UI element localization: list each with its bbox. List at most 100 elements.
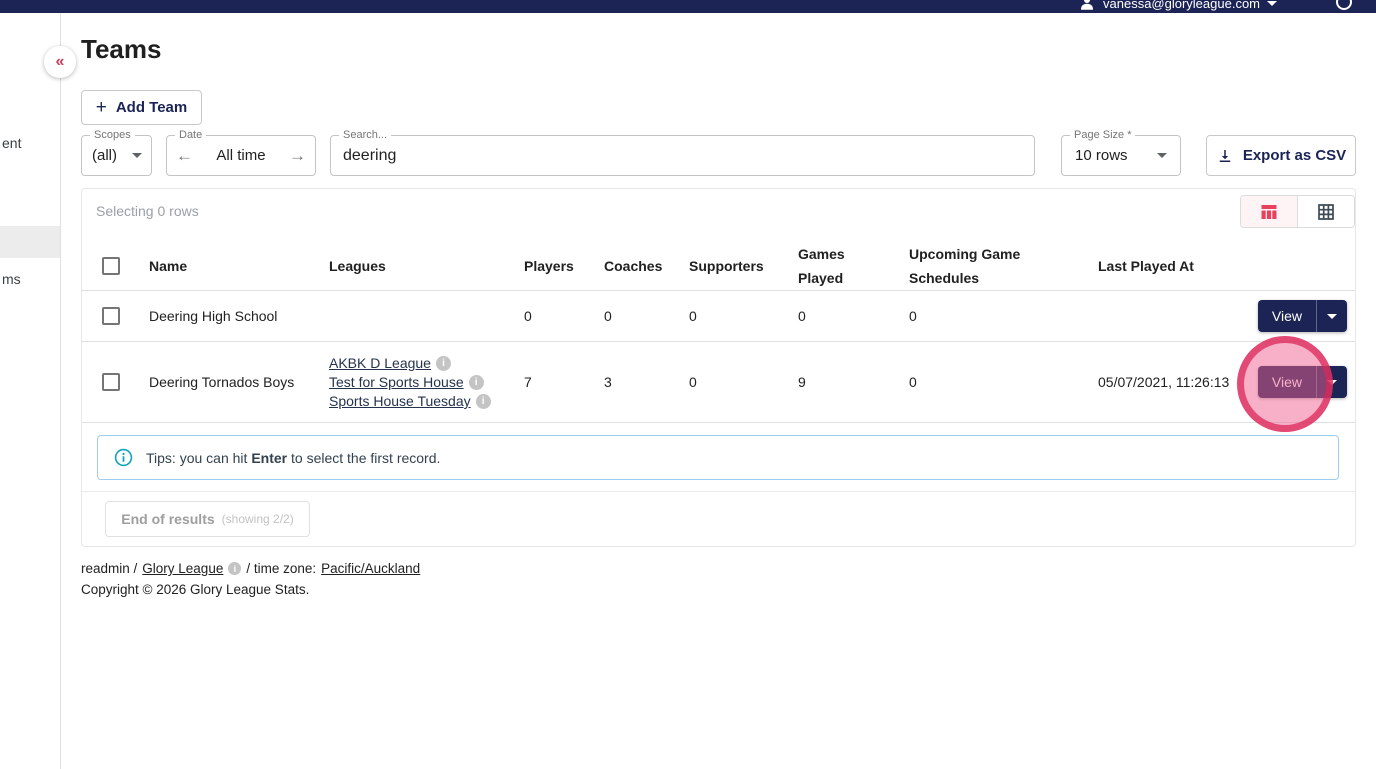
column-header-games-played: Games Played — [798, 245, 845, 286]
clock-icon[interactable] — [1336, 0, 1352, 10]
chevron-down-icon — [132, 153, 142, 158]
copyright: Copyright © 2026 Glory League Stats. — [81, 582, 310, 597]
team-name: Deering Tornados Boys — [149, 374, 295, 390]
team-leagues: AKBK D League i Test for Sports House i … — [329, 355, 512, 409]
info-icon[interactable]: i — [468, 374, 484, 390]
column-header-name: Name — [149, 257, 188, 274]
team-name: Deering High School — [149, 308, 278, 324]
scopes-value: (all) — [92, 147, 117, 164]
tips-banner: Tips: you can hit Enter to select the fi… — [97, 435, 1339, 480]
divider — [82, 491, 1355, 492]
date-filter: Date ← All time → — [166, 129, 316, 176]
info-glyph: i — [474, 376, 478, 388]
league-link[interactable]: Test for Sports House — [329, 374, 464, 390]
games-played-count: 0 — [798, 308, 806, 324]
players-count: 7 — [524, 374, 532, 390]
grid-view-icon — [1318, 203, 1334, 220]
date-prev-button[interactable]: ← — [176, 147, 193, 164]
supporters-count: 0 — [689, 374, 697, 390]
view-dropdown-button[interactable] — [1317, 366, 1347, 398]
table-view-button[interactable] — [1241, 196, 1298, 227]
glory-league-link[interactable]: Glory League — [142, 561, 223, 576]
view-dropdown-button[interactable] — [1317, 300, 1347, 332]
row-checkbox[interactable] — [102, 307, 120, 325]
sidebar-item-partial-1[interactable]: ent — [2, 135, 21, 151]
chevron-down-icon — [1157, 153, 1167, 158]
teams-table-card: Selecting 0 rows Name Leagues Players Co… — [81, 188, 1356, 547]
tips-text: Tips: you can hit Enter to select the fi… — [146, 449, 441, 466]
selection-status: Selecting 0 rows — [96, 203, 199, 219]
column-header-supporters: Supporters — [689, 257, 764, 274]
results-count: (showing 2/2) — [221, 512, 294, 526]
column-header-leagues: Leagues — [329, 257, 386, 274]
export-csv-label: Export as CSV — [1242, 147, 1347, 164]
info-glyph: i — [481, 395, 485, 407]
app-root: vanessa@gloryleague.com ent ms « Teams +… — [0, 0, 1376, 769]
end-of-results-label: End of results — [121, 511, 215, 527]
search-field: Search... — [330, 129, 1035, 176]
search-input[interactable] — [343, 146, 1022, 165]
view-split-button: View — [1257, 366, 1347, 398]
main-content: Teams + Add Team Scopes (all) Date ← All… — [0, 0, 1376, 769]
user-email: vanessa@gloryleague.com — [1103, 0, 1261, 11]
sidebar-item-partial-2[interactable]: ms — [2, 271, 21, 287]
grid-view-button[interactable] — [1298, 196, 1354, 227]
arrow-left-icon: ← — [176, 146, 193, 165]
view-button[interactable]: View — [1258, 366, 1317, 398]
timezone-link[interactable]: Pacific/Auckland — [321, 561, 420, 576]
info-icon — [114, 448, 133, 467]
plus-icon: + — [95, 97, 107, 118]
chevron-down-icon — [1327, 379, 1337, 385]
coaches-count: 3 — [604, 374, 612, 390]
sidebar-item-active[interactable] — [0, 226, 60, 258]
sidebar-collapse-button[interactable]: « — [44, 46, 76, 78]
view-toggle-group — [1240, 195, 1355, 228]
select-all-checkbox[interactable] — [102, 256, 120, 275]
info-icon[interactable]: i — [228, 562, 242, 575]
page-size-value: 10 rows — [1075, 147, 1128, 164]
coaches-count: 0 — [604, 308, 612, 324]
upcoming-count: 0 — [909, 374, 917, 390]
add-team-button[interactable]: + Add Team — [81, 90, 202, 125]
table-view-icon — [1261, 204, 1277, 219]
footer-meta: readmin / Glory League i / time zone: Pa… — [81, 561, 420, 576]
collapse-icon: « — [55, 53, 65, 70]
date-label: Date — [175, 129, 207, 141]
sidebar: ent ms — [0, 13, 61, 769]
top-bar: vanessa@gloryleague.com — [0, 0, 1376, 13]
date-next-button[interactable]: → — [289, 147, 306, 164]
info-glyph: i — [442, 357, 445, 369]
table-header-row: Name Leagues Players Coaches Supporters … — [82, 241, 1355, 291]
view-button[interactable]: View — [1258, 300, 1317, 332]
page-size-select[interactable]: Page Size * 10 rows — [1061, 129, 1181, 176]
column-header-players: Players — [524, 257, 574, 274]
table-row: Deering Tornados Boys AKBK D League i Te… — [82, 342, 1355, 423]
view-split-button: View — [1257, 300, 1347, 332]
scopes-label: Scopes — [90, 129, 135, 141]
table-row: Deering High School 0 0 0 0 0 View — [82, 291, 1355, 342]
info-icon[interactable]: i — [435, 355, 451, 371]
info-icon[interactable]: i — [475, 393, 491, 409]
info-glyph: i — [233, 563, 237, 574]
chevron-down-icon — [1327, 313, 1337, 319]
end-of-results: End of results (showing 2/2) — [105, 501, 310, 537]
chevron-down-icon — [1267, 0, 1278, 6]
avatar-icon — [1081, 0, 1093, 10]
export-csv-button[interactable]: Export as CSV — [1206, 135, 1356, 176]
footer-timezone-label: / time zone: — [246, 561, 317, 576]
page-size-label: Page Size * — [1070, 129, 1136, 141]
add-team-label: Add Team — [115, 99, 188, 116]
league-link[interactable]: Sports House Tuesday — [329, 393, 471, 409]
supporters-count: 0 — [689, 308, 697, 324]
column-header-upcoming: Upcoming Game Schedules — [909, 245, 1021, 286]
upcoming-count: 0 — [909, 308, 917, 324]
footer-user: readmin / — [81, 561, 138, 576]
last-played-at: 05/07/2021, 11:26:13 — [1098, 374, 1230, 390]
league-link[interactable]: AKBK D League — [329, 355, 431, 371]
row-checkbox[interactable] — [102, 373, 120, 391]
scopes-select[interactable]: Scopes (all) — [81, 129, 152, 176]
date-value[interactable]: All time — [193, 147, 289, 164]
download-icon — [1219, 149, 1231, 162]
user-menu[interactable]: vanessa@gloryleague.com — [1078, 0, 1278, 13]
search-label: Search... — [339, 129, 392, 141]
